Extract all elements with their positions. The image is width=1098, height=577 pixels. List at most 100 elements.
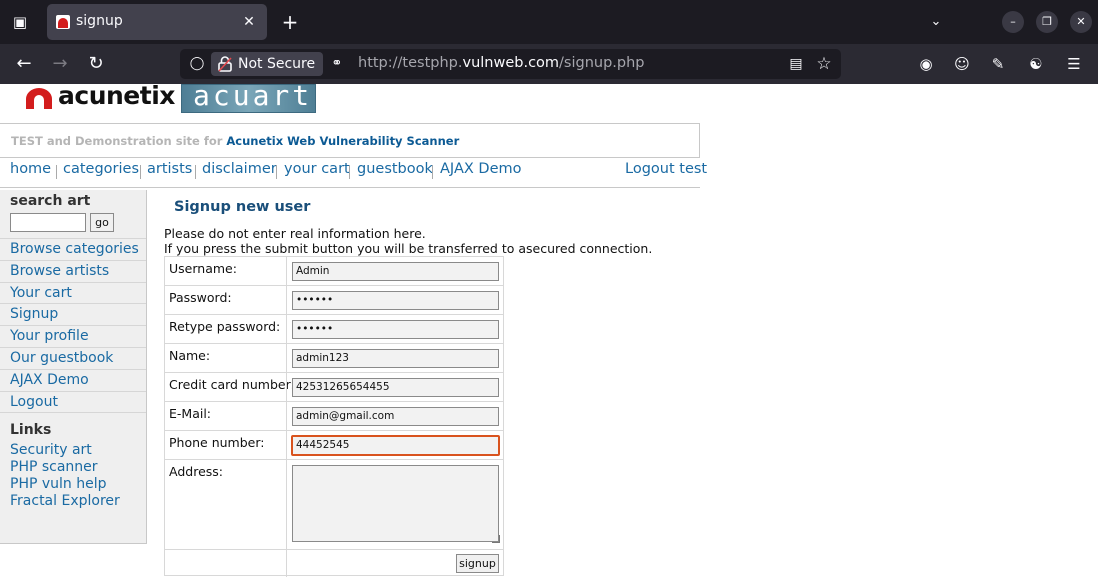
username-field[interactable]: Admin xyxy=(292,262,499,281)
close-tab-icon[interactable]: ✕ xyxy=(239,12,259,32)
address-textarea[interactable] xyxy=(292,465,499,542)
nav-home[interactable]: home xyxy=(10,161,51,177)
links-title: Links xyxy=(10,422,52,438)
sidebar-item-signup[interactable]: Signup xyxy=(0,303,146,325)
divider xyxy=(286,257,287,285)
nav-separator xyxy=(56,165,57,179)
form-row-phone: Phone number: 44452545 xyxy=(165,431,503,460)
link-php-vuln-help[interactable]: PHP vuln help xyxy=(10,476,107,492)
email-field[interactable]: admin@gmail.com xyxy=(292,407,499,426)
security-badge[interactable]: Not Secure xyxy=(211,52,323,76)
url-path: /signup.php xyxy=(559,55,645,71)
link-security-art[interactable]: Security art xyxy=(10,442,92,458)
nav-separator xyxy=(349,165,350,179)
logo-text: acunetix xyxy=(58,81,175,110)
sidebar-item-ajax-demo[interactable]: AJAX Demo xyxy=(0,369,146,391)
top-navigation: home categories artists disclaimer your … xyxy=(0,158,707,188)
restore-icon[interactable]: ❐ xyxy=(1036,11,1058,33)
shield-icon[interactable]: ◯ xyxy=(188,55,206,73)
name-field[interactable]: admin123 xyxy=(292,349,499,368)
sidebar-item-browse-artists[interactable]: Browse artists xyxy=(0,260,146,282)
menu-hamburger-icon[interactable]: ☰ xyxy=(1062,52,1086,76)
tab-title: signup xyxy=(76,13,123,29)
nav-artists[interactable]: artists xyxy=(147,161,192,177)
sidebar-item-label: Signup xyxy=(10,306,59,322)
bookmark-star-icon[interactable]: ☆ xyxy=(814,54,834,74)
tab-list-icon[interactable]: ▣ xyxy=(8,10,32,34)
form-row-email: E-Mail: admin@gmail.com xyxy=(165,402,503,431)
signup-button[interactable]: signup xyxy=(456,554,499,573)
form-row-name: Name: admin123 xyxy=(165,344,503,373)
acunetix-mark-icon xyxy=(26,88,52,109)
divider xyxy=(286,373,287,401)
tagline: TEST and Demonstration site for Acunetix… xyxy=(11,134,459,148)
banner-text: acuart xyxy=(193,79,313,112)
divider xyxy=(286,550,287,577)
nav-logout[interactable]: Logout test xyxy=(625,161,707,177)
nav-ajax-demo[interactable]: AJAX Demo xyxy=(440,161,522,177)
key-icon[interactable]: ⚭ xyxy=(328,55,346,73)
extensions-icon[interactable]: ✎ xyxy=(986,52,1010,76)
sidebar-item-our-guestbook[interactable]: Our guestbook xyxy=(0,347,146,369)
nav-guestbook[interactable]: guestbook xyxy=(357,161,433,177)
form-row-retype-password: Retype password: •••••• xyxy=(165,315,503,344)
resize-grip-icon[interactable] xyxy=(492,535,500,543)
url-text[interactable]: http://testphp.vulnweb.com/signup.php xyxy=(358,55,645,71)
nav-separator xyxy=(195,165,196,179)
sidebar-item-label: Logout xyxy=(10,394,58,410)
reload-icon[interactable]: ↻ xyxy=(82,51,110,77)
divider xyxy=(286,286,287,314)
phone-field[interactable]: 44452545 xyxy=(291,435,500,456)
pocket-icon[interactable]: ◉ xyxy=(914,52,938,76)
form-row-password: Password: •••••• xyxy=(165,286,503,315)
account-icon[interactable]: ☺ xyxy=(950,52,974,76)
link-fractal-explorer[interactable]: Fractal Explorer xyxy=(10,493,120,509)
tagline-link[interactable]: Acunetix Web Vulnerability Scanner xyxy=(226,134,459,148)
reader-view-icon[interactable]: ▤ xyxy=(787,55,805,73)
sidebar-item-browse-categories[interactable]: Browse categories xyxy=(0,238,146,260)
divider xyxy=(286,460,287,549)
retype-password-field[interactable]: •••••• xyxy=(292,320,499,339)
extension-avatar-icon[interactable]: ☯ xyxy=(1024,52,1048,76)
web-page: acunetix acuart TEST and Demonstration s… xyxy=(0,79,1098,577)
info-text: If you press the submit button you will … xyxy=(164,241,653,256)
chevron-down-icon[interactable]: ⌄ xyxy=(924,10,948,34)
acunetix-logo[interactable]: acunetix xyxy=(10,81,181,113)
security-label: Not Secure xyxy=(238,56,316,72)
link-php-scanner[interactable]: PHP scanner xyxy=(10,459,98,475)
nav-your-cart[interactable]: your cart xyxy=(284,161,350,177)
close-window-icon[interactable]: ✕ xyxy=(1070,11,1092,33)
divider xyxy=(286,344,287,372)
nav-categories[interactable]: categories xyxy=(63,161,139,177)
sidebar: search art go Browse categories Browse a… xyxy=(0,190,147,544)
nav-disclaimer[interactable]: disclaimer xyxy=(202,161,277,177)
sidebar-item-your-profile[interactable]: Your profile xyxy=(0,325,146,347)
url-bar[interactable]: ◯ Not Secure ⚭ http://testphp.vulnweb.co… xyxy=(180,49,841,79)
nav-separator xyxy=(276,165,277,179)
go-button[interactable]: go xyxy=(90,213,114,232)
field-label: Username: xyxy=(169,261,237,276)
broken-lock-icon xyxy=(218,56,232,72)
search-input[interactable] xyxy=(10,213,86,232)
password-field[interactable]: •••••• xyxy=(292,291,499,310)
field-label: Retype password: xyxy=(169,319,281,334)
sidebar-item-your-cart[interactable]: Your cart xyxy=(0,282,146,304)
page-title: Signup new user xyxy=(174,199,311,215)
forward-icon[interactable]: → xyxy=(46,51,74,77)
url-host: vulnweb.com xyxy=(462,55,560,71)
content-header: Signup new user xyxy=(148,190,700,230)
credit-card-field[interactable]: 42531265654455 xyxy=(292,378,499,397)
favicon-icon xyxy=(56,15,70,29)
field-label: Phone number: xyxy=(169,435,265,450)
sidebar-item-logout[interactable]: Logout xyxy=(0,391,146,413)
sidebar-item-label: AJAX Demo xyxy=(10,372,89,388)
tagline-prefix: TEST and Demonstration site for xyxy=(11,134,227,148)
tab-signup[interactable]: signup ✕ xyxy=(47,4,267,40)
tagline-box: TEST and Demonstration site for Acunetix… xyxy=(0,123,700,158)
form-row-address: Address: xyxy=(165,460,503,550)
minimize-icon[interactable]: – xyxy=(1002,11,1024,33)
signup-form: Username: Admin Password: •••••• Retype … xyxy=(164,256,504,577)
back-icon[interactable]: ← xyxy=(10,51,38,77)
new-tab-icon[interactable]: + xyxy=(278,10,302,34)
sidebar-item-label: Your cart xyxy=(10,285,72,301)
